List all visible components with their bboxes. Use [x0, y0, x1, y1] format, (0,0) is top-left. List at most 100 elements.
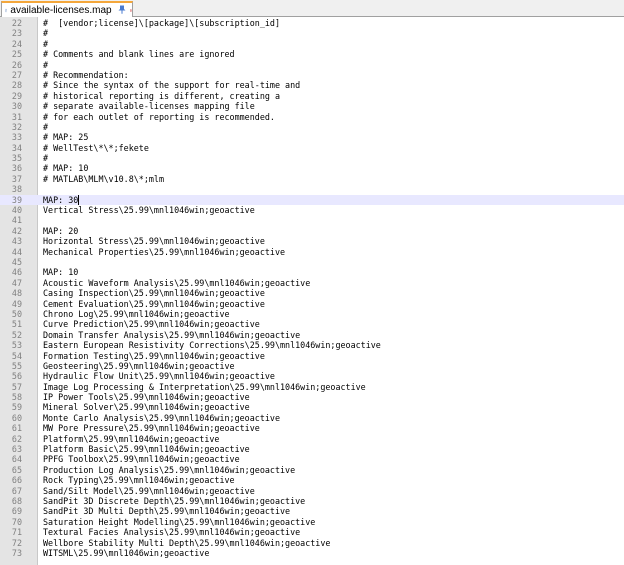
- code-line[interactable]: 23 #: [0, 28, 624, 38]
- line-text: #: [43, 59, 49, 70]
- code-line[interactable]: 39 MAP: 30: [0, 194, 624, 206]
- code-lines: 22 # [vendor;license]\[package]\[subscrip…: [0, 18, 624, 558]
- code-line[interactable]: 32 #: [0, 122, 624, 132]
- line-text: Mechanical Properties\25.99\mnl1046win;g…: [43, 246, 286, 257]
- line-number: 39: [11, 194, 22, 205]
- line-text: # separate available-licenses mapping fi…: [43, 101, 255, 112]
- code-line[interactable]: 72 Wellbore Stability Multi Depth\25.99\m…: [0, 538, 624, 548]
- code-line[interactable]: 70 Saturation Height Modelling\25.99\mnl1…: [0, 517, 624, 527]
- line-text: Saturation Height Modelling\25.99\mnl104…: [43, 516, 316, 527]
- line-number: 40: [11, 205, 22, 216]
- code-line[interactable]: 35 #: [0, 153, 624, 163]
- line-text: Casing Inspection\25.99\mnl1046win;geoac…: [43, 288, 265, 299]
- code-line[interactable]: 56 Hydraulic Flow Unit\25.99\mnl1046win;g…: [0, 371, 624, 381]
- code-line[interactable]: 54 Formation Testing\25.99\mnl1046win;geo…: [0, 351, 624, 361]
- line-text: Geosteering\25.99\mnl1046win;geoactive: [43, 360, 235, 371]
- code-line[interactable]: 31 # for each outlet of reporting is reco…: [0, 112, 624, 122]
- code-line[interactable]: 59 Mineral Solver\25.99\mnl1046win;geoact…: [0, 402, 624, 412]
- code-line[interactable]: 26 #: [0, 60, 624, 70]
- line-text: Sand/Silt Model\25.99\mnl1046win;geoacti…: [43, 485, 255, 496]
- code-line[interactable]: 38: [0, 184, 624, 194]
- code-line[interactable]: 43 Horizontal Stress\25.99\mnl1046win;geo…: [0, 236, 624, 246]
- line-text: Domain Transfer Analysis\25.99\mnl1046wi…: [43, 329, 301, 340]
- line-text: # Recommendation:: [43, 69, 129, 80]
- line-number: 61: [11, 423, 22, 434]
- line-number: 62: [11, 433, 22, 444]
- code-line[interactable]: 27 # Recommendation:: [0, 70, 624, 80]
- code-line[interactable]: 25 # Comments and blank lines are ignored: [0, 49, 624, 59]
- line-number: 33: [11, 132, 22, 143]
- code-line[interactable]: 34 # WellTest\*\*;fekete: [0, 143, 624, 153]
- line-number: 59: [11, 402, 22, 413]
- code-line[interactable]: 46 MAP: 10: [0, 267, 624, 277]
- line-number: 46: [11, 267, 22, 278]
- code-line[interactable]: 66 Rock Typing\25.99\mnl1046win;geoactive: [0, 475, 624, 485]
- code-editor[interactable]: 22 # [vendor;license]\[package]\[subscrip…: [0, 17, 624, 565]
- code-line[interactable]: 71 Textural Facies Analysis\25.99\mnl1046…: [0, 527, 624, 537]
- code-line[interactable]: 45: [0, 257, 624, 267]
- code-line[interactable]: 53 Eastern European Resistivity Correctio…: [0, 340, 624, 350]
- code-line[interactable]: 40 Vertical Stress\25.99\mnl1046win;geoac…: [0, 205, 624, 215]
- code-line[interactable]: 30 # separate available-licenses mapping …: [0, 101, 624, 111]
- line-text: Production Log Analysis\25.99\mnl1046win…: [43, 464, 296, 475]
- line-text: Curve Prediction\25.99\mnl1046win;geoact…: [43, 319, 260, 330]
- code-line[interactable]: 61 MW Pore Pressure\25.99\mnl1046win;geoa…: [0, 423, 624, 433]
- line-number: 50: [11, 308, 22, 319]
- code-line[interactable]: 47 Acoustic Waveform Analysis\25.99\mnl10…: [0, 278, 624, 288]
- line-number: 45: [11, 256, 22, 267]
- code-line[interactable]: 55 Geosteering\25.99\mnl1046win;geoactive: [0, 361, 624, 371]
- line-text: # Comments and blank lines are ignored: [43, 49, 235, 60]
- code-line[interactable]: 69 SandPit 3D Multi Depth\25.99\mnl1046wi…: [0, 506, 624, 516]
- code-line[interactable]: 60 Monte Carlo Analysis\25.99\mnl1046win;…: [0, 413, 624, 423]
- code-line[interactable]: 67 Sand/Silt Model\25.99\mnl1046win;geoac…: [0, 486, 624, 496]
- line-number: 58: [11, 392, 22, 403]
- code-line[interactable]: 41: [0, 215, 624, 225]
- code-line[interactable]: 33 # MAP: 25: [0, 132, 624, 142]
- tab-available-licenses[interactable]: available-licenses.map: [1, 1, 133, 17]
- close-icon[interactable]: [129, 6, 132, 15]
- line-number: 73: [11, 547, 22, 558]
- line-text: # MATLAB\MLM\v10.8\*;mlm: [43, 173, 165, 184]
- code-line[interactable]: 44 Mechanical Properties\25.99\mnl1046win…: [0, 247, 624, 257]
- code-line[interactable]: 22 # [vendor;license]\[package]\[subscrip…: [0, 18, 624, 28]
- pin-icon[interactable]: [118, 5, 126, 16]
- line-text: #: [43, 38, 49, 49]
- line-number: 49: [11, 298, 22, 309]
- code-line[interactable]: 37 # MATLAB\MLM\v10.8\*;mlm: [0, 174, 624, 184]
- line-text: Vertical Stress\25.99\mnl1046win;geoacti…: [43, 205, 255, 216]
- line-text: Platform\25.99\mnl1046win;geoactive: [43, 433, 220, 444]
- code-line[interactable]: 50 Chrono Log\25.99\mnl1046win;geoactive: [0, 309, 624, 319]
- line-text: # WellTest\*\*;fekete: [43, 142, 149, 153]
- line-text: Horizontal Stress\25.99\mnl1046win;geoac…: [43, 236, 265, 247]
- line-number: 67: [11, 485, 22, 496]
- line-text: Chrono Log\25.99\mnl1046win;geoactive: [43, 308, 230, 319]
- line-number: 29: [11, 90, 22, 101]
- code-line[interactable]: 57 Image Log Processing & Interpretation\…: [0, 382, 624, 392]
- code-line[interactable]: 42 MAP: 20: [0, 226, 624, 236]
- code-line[interactable]: 49 Cement Evaluation\25.99\mnl1046win;geo…: [0, 299, 624, 309]
- code-line[interactable]: 36 # MAP: 10: [0, 163, 624, 173]
- code-line[interactable]: 58 IP Power Tools\25.99\mnl1046win;geoact…: [0, 392, 624, 402]
- code-line[interactable]: 48 Casing Inspection\25.99\mnl1046win;geo…: [0, 288, 624, 298]
- code-line[interactable]: 28 # Since the syntax of the support for …: [0, 80, 624, 90]
- line-number: 37: [11, 173, 22, 184]
- code-line[interactable]: 63 Platform Basic\25.99\mnl1046win;geoact…: [0, 444, 624, 454]
- line-text: # Since the syntax of the support for re…: [43, 80, 301, 91]
- code-line[interactable]: 64 PPFG Toolbox\25.99\mnl1046win;geoactiv…: [0, 454, 624, 464]
- code-line[interactable]: 24 #: [0, 39, 624, 49]
- code-line[interactable]: 62 Platform\25.99\mnl1046win;geoactive: [0, 434, 624, 444]
- file-icon: [5, 8, 8, 12]
- line-number: 32: [11, 121, 22, 132]
- code-line[interactable]: 52 Domain Transfer Analysis\25.99\mnl1046…: [0, 330, 624, 340]
- line-number: 25: [11, 49, 22, 60]
- line-text: Formation Testing\25.99\mnl1046win;geoac…: [43, 350, 265, 361]
- code-line[interactable]: 73 WITSML\25.99\mnl1046win;geoactive: [0, 548, 624, 558]
- line-number: 48: [11, 288, 22, 299]
- code-line[interactable]: 29 # historical reporting is different, c…: [0, 91, 624, 101]
- line-number: 65: [11, 464, 22, 475]
- code-line[interactable]: 68 SandPit 3D Discrete Depth\25.99\mnl104…: [0, 496, 624, 506]
- code-line[interactable]: 51 Curve Prediction\25.99\mnl1046win;geoa…: [0, 319, 624, 329]
- line-number: 30: [11, 101, 22, 112]
- line-number: 54: [11, 350, 22, 361]
- code-line[interactable]: 65 Production Log Analysis\25.99\mnl1046w…: [0, 465, 624, 475]
